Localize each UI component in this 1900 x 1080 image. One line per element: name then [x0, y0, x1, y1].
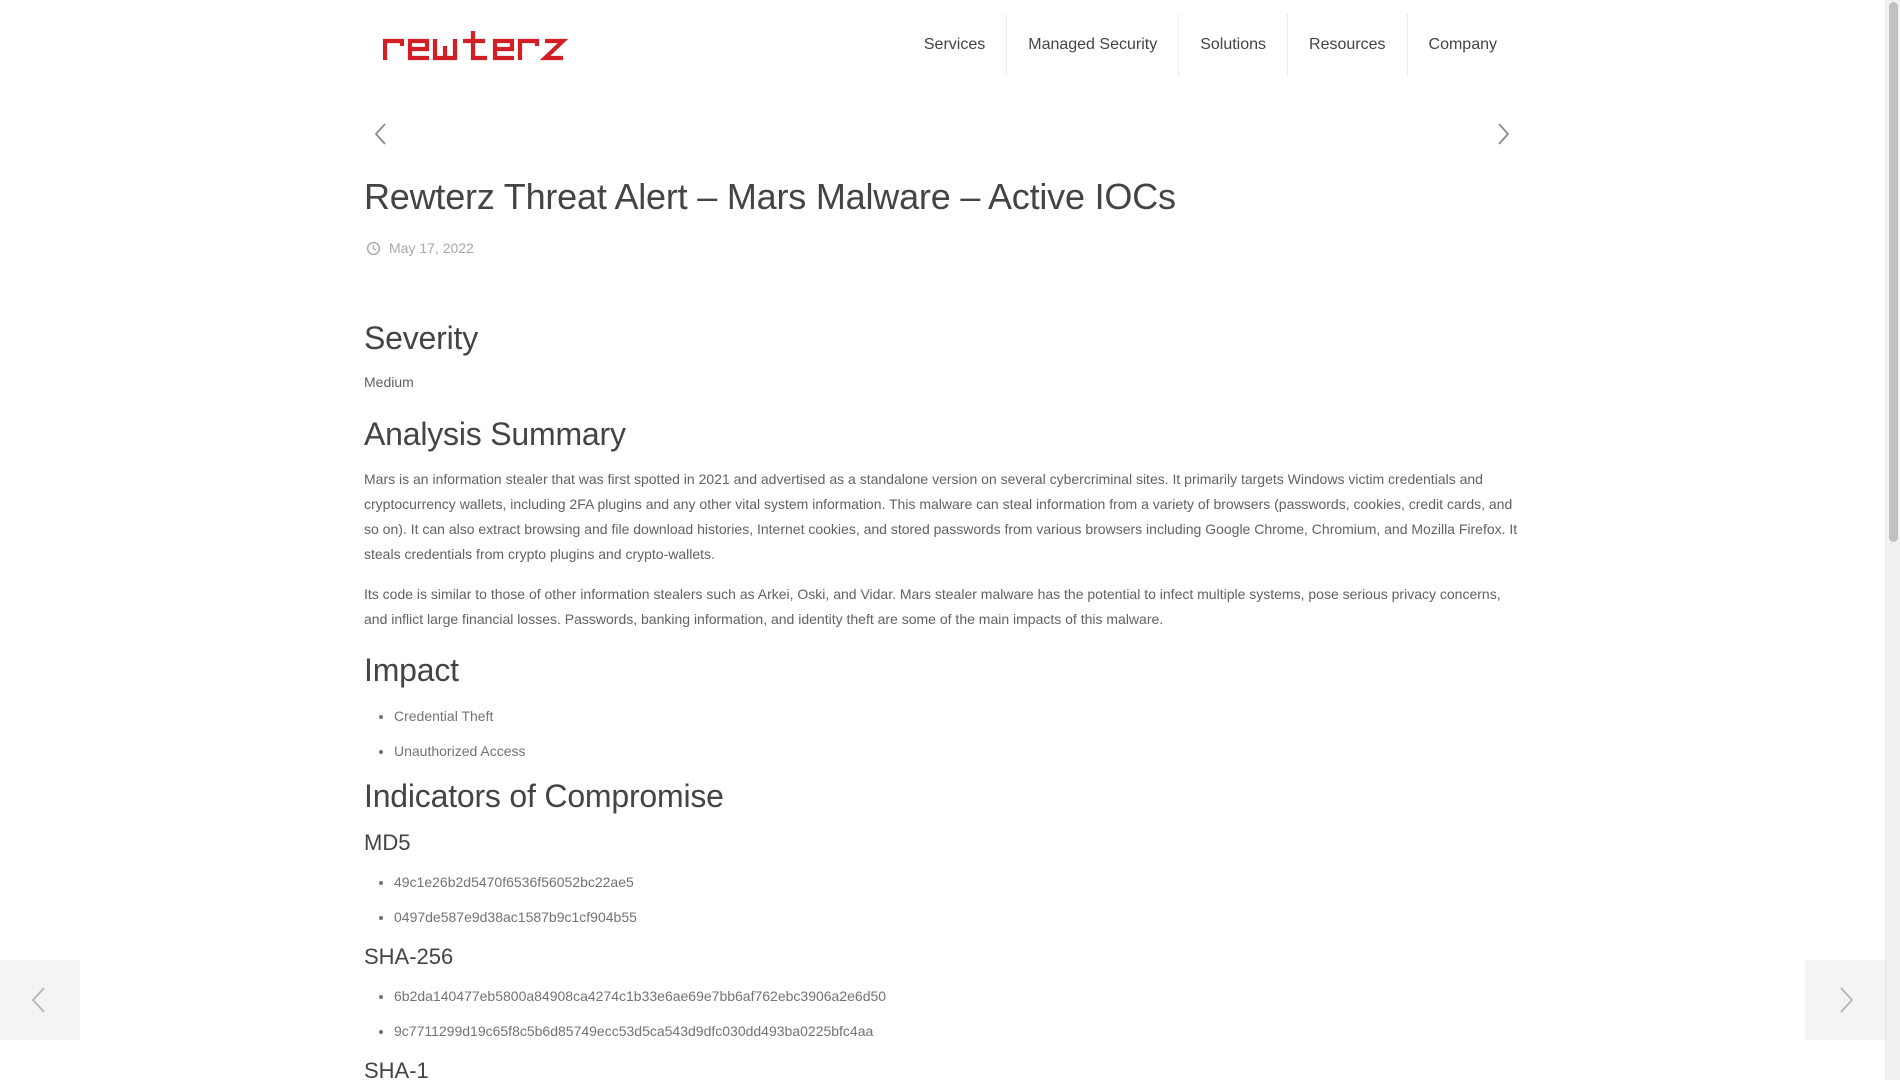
arrow-left-icon — [31, 987, 45, 1013]
previous-post-button[interactable] — [370, 120, 394, 148]
next-post-button[interactable] — [1490, 120, 1514, 148]
scrollbar-thumb[interactable] — [1889, 2, 1898, 542]
rewterz-logo-mark — [382, 31, 569, 61]
list-item: 6b2da140477eb5800a84908ca4274c1b33e6ae69… — [394, 986, 1522, 1006]
analysis-summary-heading: Analysis Summary — [364, 416, 626, 452]
nav-item-solutions[interactable]: Solutions — [1179, 14, 1289, 76]
indicators-of-compromise-heading: Indicators of Compromise — [364, 778, 724, 814]
list-item: 0497de587e9d38ac1587b9c1cf904b55 — [394, 907, 1522, 927]
post-title: Rewterz Threat Alert – Mars Malware – Ac… — [364, 176, 1176, 217]
chevron-right-icon — [1498, 123, 1510, 145]
side-previous-post-button[interactable] — [0, 960, 80, 1040]
nav-item-services[interactable]: Services — [903, 14, 1008, 76]
nav-item-managed-security[interactable]: Managed Security — [1007, 14, 1180, 76]
site-header: Services Managed Security Solutions Reso… — [0, 0, 1885, 90]
clock-icon — [366, 241, 381, 255]
nav-item-company[interactable]: Company — [1408, 14, 1518, 76]
post-content: Rewterz Threat Alert – Mars Malware – Ac… — [364, 170, 1522, 1080]
sha256-list: 6b2da140477eb5800a84908ca4274c1b33e6ae69… — [364, 986, 1522, 1041]
chevron-left-icon — [374, 123, 386, 145]
md5-heading: MD5 — [364, 830, 411, 855]
severity-value: Medium — [364, 374, 414, 390]
list-item: 49c1e26b2d5470f6536f56052bc22ae5 — [394, 872, 1522, 892]
list-item: Credential Theft — [394, 706, 1522, 726]
sha1-heading: SHA-1 — [364, 1058, 429, 1080]
post-date: May 17, 2022 — [389, 240, 474, 256]
post-meta: May 17, 2022 — [364, 238, 1522, 258]
analysis-paragraph: Mars is an information stealer that was … — [364, 471, 1518, 562]
rewterz-logo[interactable] — [382, 28, 585, 62]
impact-heading: Impact — [364, 652, 459, 688]
md5-list: 49c1e26b2d5470f6536f56052bc22ae5 0497de5… — [364, 872, 1522, 927]
analysis-paragraph: Its code is similar to those of other in… — [364, 586, 1501, 627]
sha256-heading: SHA-256 — [364, 944, 454, 969]
list-item: 9c7711299d19c65f8c5b6d85749ecc53d5ca543d… — [394, 1021, 1522, 1041]
severity-heading: Severity — [364, 320, 478, 356]
nav-item-resources[interactable]: Resources — [1288, 14, 1408, 76]
arrow-right-icon — [1840, 987, 1854, 1013]
list-item: Unauthorized Access — [394, 741, 1522, 761]
impact-list: Credential Theft Unauthorized Access — [364, 706, 1522, 761]
side-next-post-button[interactable] — [1805, 960, 1885, 1040]
scrollbar[interactable] — [1885, 0, 1900, 1080]
main-nav: Services Managed Security Solutions Reso… — [903, 14, 1518, 76]
